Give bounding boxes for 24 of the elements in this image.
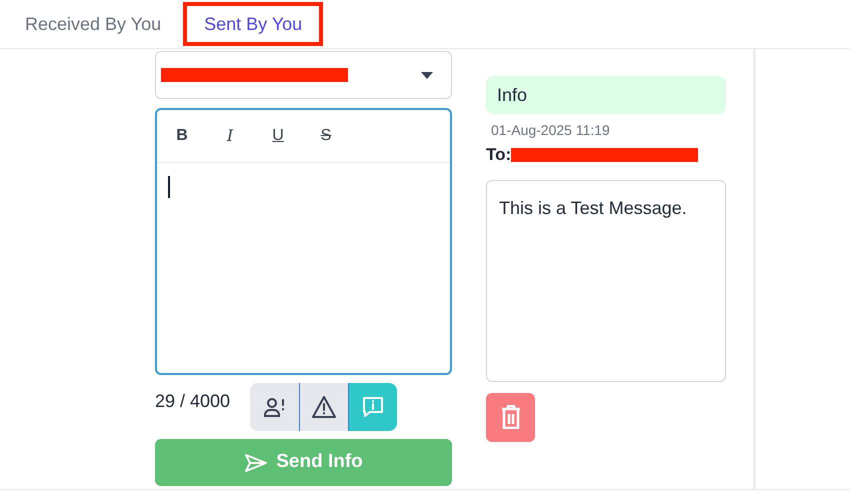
message-type-button[interactable] xyxy=(299,383,348,431)
send-icon xyxy=(244,452,268,472)
underline-format-button[interactable]: U xyxy=(270,124,286,148)
italic-format-button[interactable]: I xyxy=(222,124,238,148)
bold-format-button[interactable]: B xyxy=(174,124,190,148)
message-time: 01-Aug-2025 11:19 xyxy=(491,121,611,140)
message-body: This is a Test Message. xyxy=(486,180,726,382)
recipient-label: To: xyxy=(486,144,512,166)
tab[interactable]: Sent By You xyxy=(183,2,324,46)
message-editor[interactable]: B I U S xyxy=(155,108,452,375)
person-alert-icon xyxy=(262,395,286,419)
tab[interactable]: Received By You xyxy=(21,0,166,48)
caret-icon xyxy=(421,72,433,78)
message-type-badge: Info xyxy=(486,76,726,114)
warning-icon xyxy=(311,395,337,419)
delete-button[interactable] xyxy=(486,392,535,442)
message-type-button[interactable] xyxy=(250,383,299,431)
strike-format-button[interactable]: S xyxy=(318,124,334,148)
info-message-icon xyxy=(361,395,385,419)
trash-icon xyxy=(500,405,520,429)
message-type-button[interactable] xyxy=(348,383,397,431)
recipient-dropdown[interactable] xyxy=(155,51,452,99)
text-cursor xyxy=(168,176,170,198)
character-counter: 29 / 4000 xyxy=(155,390,232,413)
